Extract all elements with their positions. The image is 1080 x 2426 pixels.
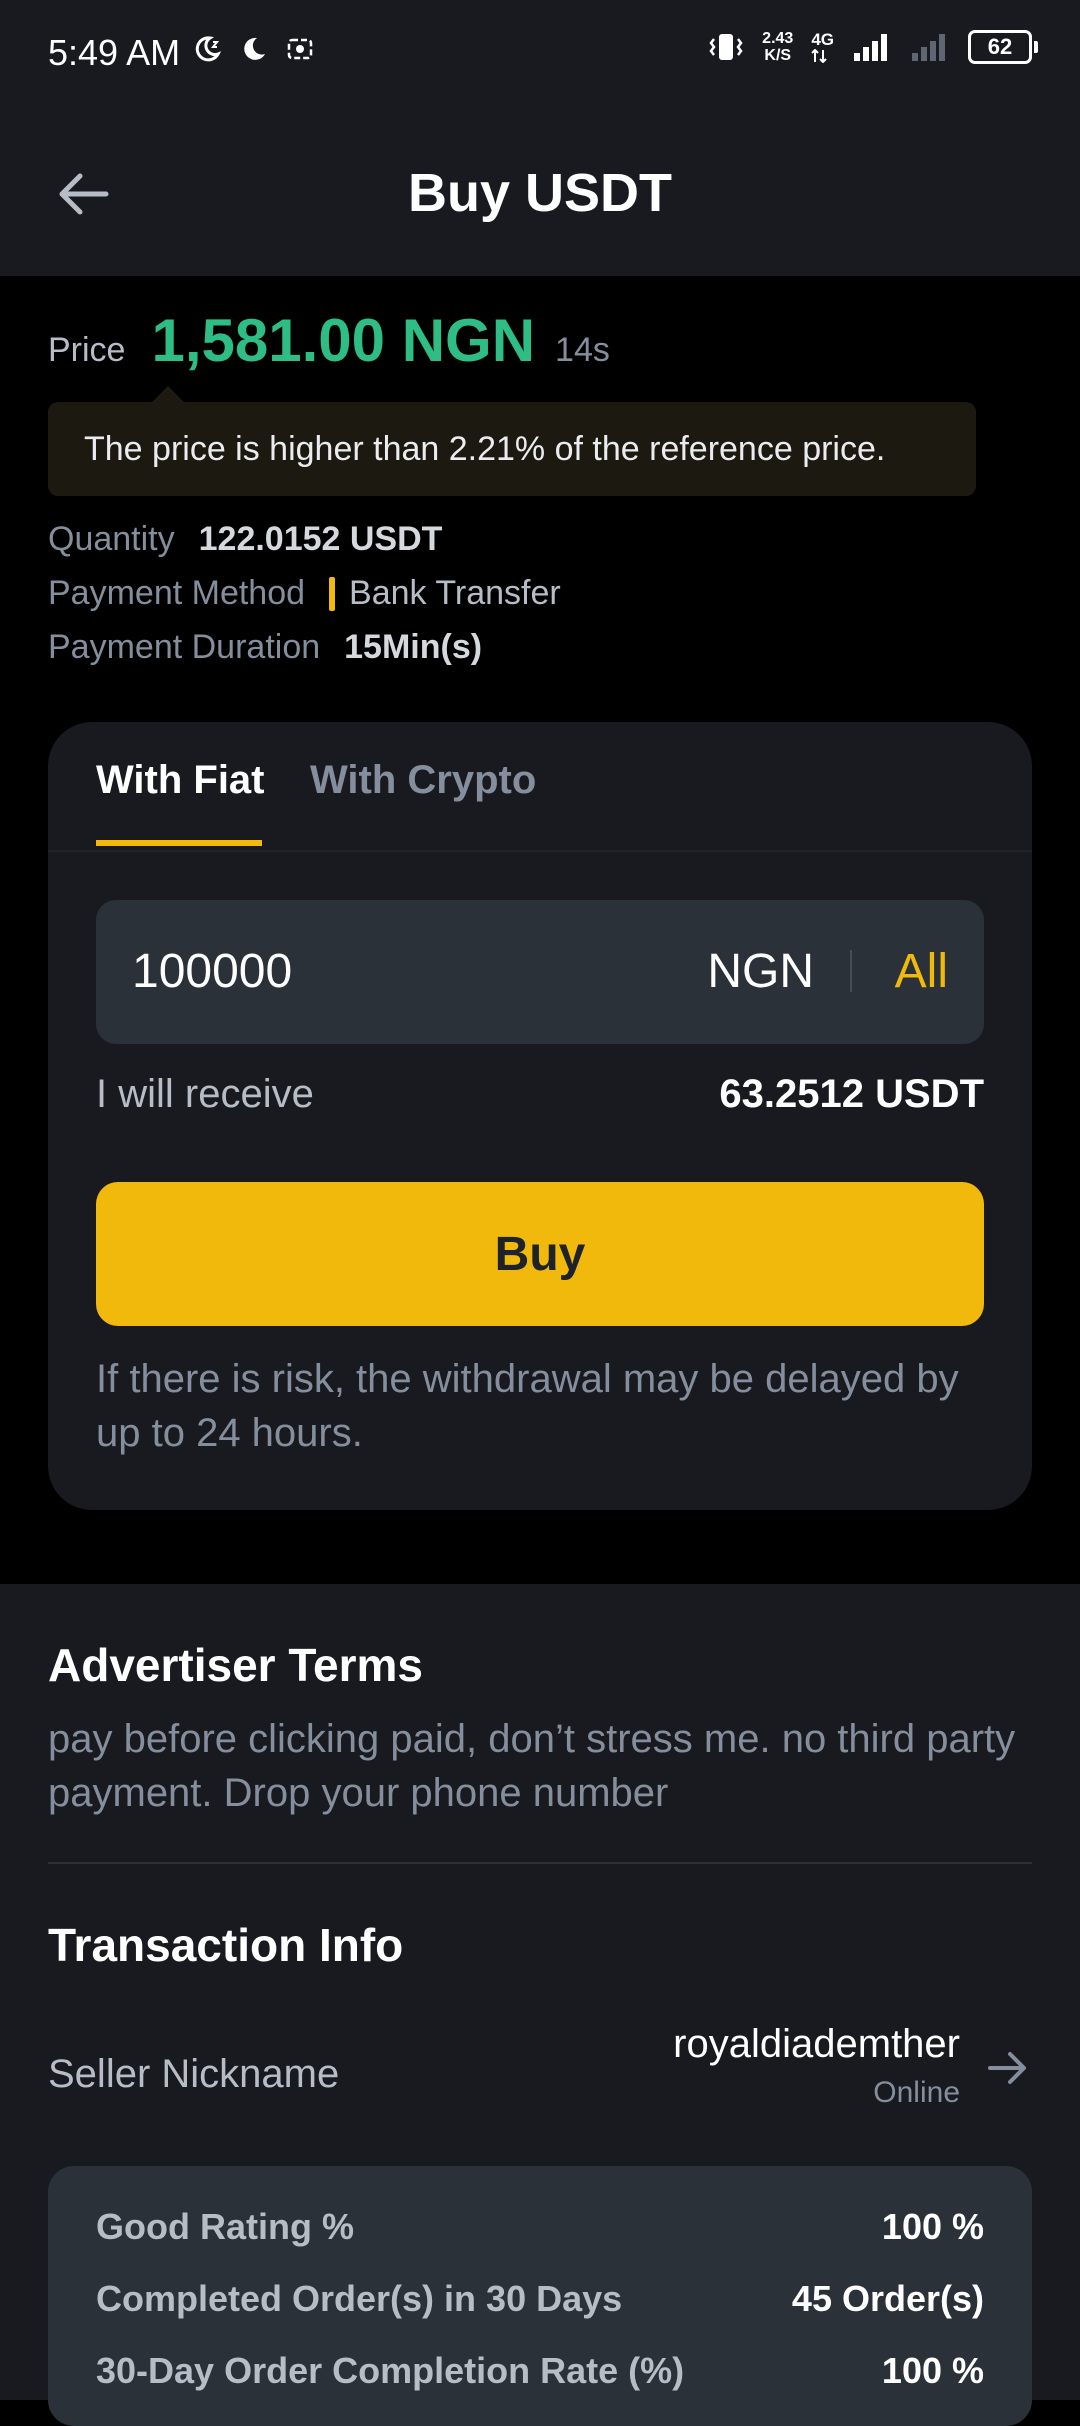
arrow-right-icon[interactable] <box>984 2044 1032 2092</box>
status-left-icons <box>192 34 314 64</box>
network-speed-unit: K/S <box>764 47 792 64</box>
payment-method-value: Bank Transfer <box>349 574 561 612</box>
receive-value: 63.2512 USDT <box>719 1072 984 1116</box>
quantity-label: Quantity <box>48 520 175 558</box>
seller-online-status: Online <box>873 2076 960 2109</box>
page-header: Buy USDT <box>0 110 1080 276</box>
seller-nickname-label: Seller Nickname <box>48 2052 340 2096</box>
stat-value: 100 % <box>881 2206 984 2247</box>
price-label: Price <box>48 331 126 369</box>
page-title: Buy USDT <box>407 163 672 223</box>
status-time: 5:49 AM <box>48 32 181 73</box>
advertiser-terms-title: Advertiser Terms <box>48 1639 423 1691</box>
amount-currency: NGN <box>707 945 814 998</box>
all-button[interactable]: All <box>895 944 948 999</box>
payment-duration-row: Payment Duration 15Min(s) <box>48 628 482 667</box>
signal-strength-icon <box>854 34 887 61</box>
price-value: 1,581.00 NGN <box>151 307 536 374</box>
seller-stats-box: Good Rating % 100 % Completed Order(s) i… <box>48 2166 1032 2426</box>
quantity-value: 122.0152 USDT <box>198 520 443 558</box>
stat-row: Good Rating % 100 % <box>96 2206 984 2248</box>
screenshot-icon <box>287 38 313 60</box>
moon-icon <box>244 37 265 60</box>
status-bar: 5:49 AM 2.43 K/S 4G 62 <box>0 0 1080 110</box>
battery-level: 62 <box>987 34 1013 59</box>
payment-duration-label: Payment Duration <box>48 628 321 666</box>
active-tab-indicator <box>96 840 262 846</box>
network-type: 4G <box>811 31 834 63</box>
status-right-icons: 2.43 K/S 4G 62 <box>708 30 1038 64</box>
stat-value: 45 Order(s) <box>791 2278 984 2319</box>
transaction-info-title: Transaction Info <box>48 1919 404 1971</box>
payment-method-label: Payment Method <box>48 574 306 612</box>
stat-value: 100 % <box>881 2350 984 2391</box>
tab-with-crypto[interactable]: With Crypto <box>310 758 536 803</box>
data-arrows-icon <box>811 49 828 63</box>
details-section: Advertiser Terms pay before clicking pai… <box>0 1584 1080 2426</box>
seller-nickname[interactable]: royaldiademther <box>673 2022 960 2067</box>
signal-strength-secondary-icon <box>912 34 945 61</box>
stat-row: Completed Order(s) in 30 Days 45 Order(s… <box>96 2278 984 2320</box>
stat-label: Completed Order(s) in 30 Days <box>96 2278 623 2319</box>
stat-label: 30-Day Order Completion Rate (%) <box>96 2350 685 2391</box>
price-refresh-timer: 14s <box>555 331 610 369</box>
receive-row: I will receive 63.2512 USDT <box>96 1072 984 1117</box>
payment-method-row: Payment Method Bank Transfer <box>48 574 561 613</box>
amount-input[interactable]: 100000 NGN All <box>96 900 984 1044</box>
tab-with-fiat[interactable]: With Fiat <box>96 758 265 803</box>
receive-label: I will receive <box>96 1072 314 1116</box>
network-type-label: 4G <box>811 30 834 49</box>
amount-divider <box>850 950 852 992</box>
price-row: Price 1,581.00 NGN 14s <box>48 306 610 375</box>
stat-label: Good Rating % <box>96 2206 354 2247</box>
price-warning-tooltip: The price is higher than 2.21% of the re… <box>48 386 976 496</box>
buy-card: With Fiat With Crypto 100000 NGN All I w… <box>48 722 1032 1510</box>
seller-row[interactable]: Seller Nickname royaldiademther Online <box>48 2022 1032 2142</box>
quantity-row: Quantity 122.0152 USDT <box>48 520 442 559</box>
payment-tabs: With Fiat With Crypto <box>48 722 1032 852</box>
buy-button[interactable]: Buy <box>96 1182 984 1326</box>
do-not-disturb-icon <box>195 36 222 62</box>
section-divider <box>48 1862 1032 1864</box>
stat-row: 30-Day Order Completion Rate (%) 100 % <box>96 2350 984 2392</box>
risk-note: If there is risk, the withdrawal may be … <box>96 1357 959 1455</box>
network-speed-value: 2.43 <box>762 30 794 47</box>
payment-duration-value: 15Min(s) <box>344 628 483 666</box>
payment-method-color-bar <box>329 576 336 611</box>
amount-value[interactable]: 100000 <box>132 944 292 999</box>
network-speed: 2.43 K/S <box>762 30 793 64</box>
battery-indicator: 62 <box>968 30 1038 64</box>
advertiser-terms-text: pay before clicking paid, don’t stress m… <box>48 1717 1016 1815</box>
vibrate-icon <box>709 34 743 60</box>
